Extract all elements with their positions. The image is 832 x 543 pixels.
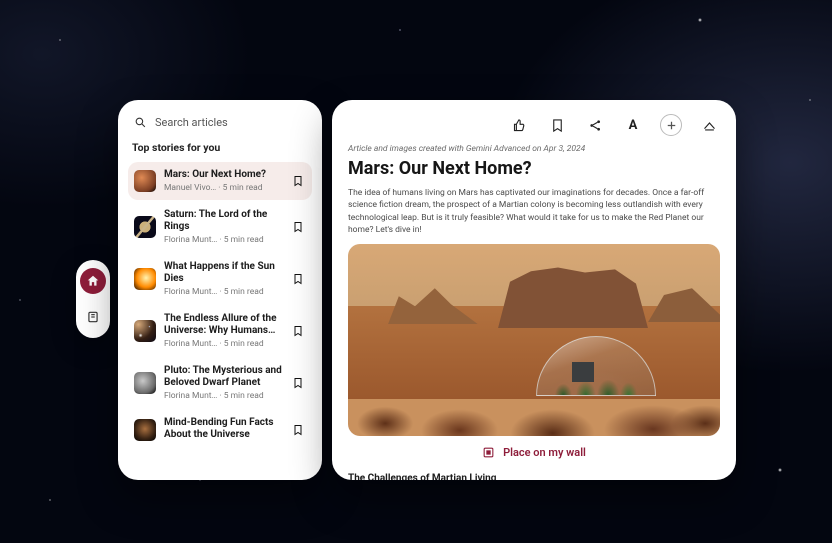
story-text: What Happens if the Sun Dies Florina Munt… xyxy=(164,261,284,297)
stories-heading: Top stories for you xyxy=(128,139,312,162)
story-title: Saturn: The Lord of the Rings xyxy=(164,209,284,233)
story-title: Mars: Our Next Home? xyxy=(164,169,284,181)
story-thumb xyxy=(134,320,156,342)
bookmark-icon xyxy=(292,325,304,337)
search-placeholder: Search articles xyxy=(155,116,228,129)
story-subtitle: Florina Munt… · 5 min read xyxy=(164,339,284,349)
hero-dome xyxy=(536,336,656,396)
bookmark-button[interactable] xyxy=(292,322,306,341)
story-subtitle: Manuel Vivo… · 5 min read xyxy=(164,183,284,193)
library-icon xyxy=(86,310,100,324)
story-text: The Endless Allure of the Universe: Why … xyxy=(164,313,284,349)
bookmark-icon xyxy=(550,118,565,133)
place-on-wall-label: Place on my wall xyxy=(503,446,586,459)
story-thumb xyxy=(134,216,156,238)
list-item[interactable]: The Endless Allure of the Universe: Why … xyxy=(128,306,312,356)
article-hero-image xyxy=(348,244,720,436)
story-thumb xyxy=(134,372,156,394)
text-size-label: A xyxy=(629,118,638,133)
share-icon xyxy=(588,118,603,133)
nav-rail xyxy=(76,260,110,338)
bookmark-icon xyxy=(292,424,304,436)
story-text: Mind-Bending Fun Facts About the Univers… xyxy=(164,417,284,443)
article-toolbar: A xyxy=(348,114,720,144)
search-icon xyxy=(134,116,147,129)
article-headline: Mars: Our Next Home? xyxy=(348,158,720,179)
bookmark-button[interactable] xyxy=(292,218,306,237)
story-title: The Endless Allure of the Universe: Why … xyxy=(164,313,284,337)
add-icon xyxy=(664,118,679,133)
story-text: Saturn: The Lord of the Rings Florina Mun… xyxy=(164,209,284,245)
export-button[interactable] xyxy=(698,114,720,136)
export-icon xyxy=(702,118,717,133)
bookmark-icon xyxy=(292,221,304,233)
like-button[interactable] xyxy=(508,114,530,136)
story-thumb xyxy=(134,419,156,441)
nav-library-button[interactable] xyxy=(80,304,106,330)
story-subtitle: Florina Munt… · 5 min read xyxy=(164,391,284,401)
bookmark-icon xyxy=(292,273,304,285)
story-thumb xyxy=(134,268,156,290)
story-thumb xyxy=(134,170,156,192)
list-item[interactable]: Saturn: The Lord of the Rings Florina Mun… xyxy=(128,202,312,252)
article-subheading: The Challenges of Martian Living xyxy=(348,473,720,480)
bookmark-button[interactable] xyxy=(292,421,306,440)
bookmark-button[interactable] xyxy=(546,114,568,136)
story-text: Pluto: The Mysterious and Beloved Dwarf … xyxy=(164,365,284,401)
stories-list: Mars: Our Next Home? Manuel Vivo… · 5 min… xyxy=(128,162,312,450)
story-title: What Happens if the Sun Dies xyxy=(164,261,284,285)
list-item[interactable]: Mind-Bending Fun Facts About the Univers… xyxy=(128,410,312,450)
bookmark-icon xyxy=(292,175,304,187)
article-panel: A Article and images created with Gemini… xyxy=(332,100,736,480)
home-icon xyxy=(86,274,100,288)
story-subtitle: Florina Munt… · 5 min read xyxy=(164,287,284,297)
story-title: Mind-Bending Fun Facts About the Univers… xyxy=(164,417,284,441)
thumb-up-icon xyxy=(512,118,527,133)
bookmark-button[interactable] xyxy=(292,172,306,191)
list-item[interactable]: What Happens if the Sun Dies Florina Munt… xyxy=(128,254,312,304)
bookmark-button[interactable] xyxy=(292,270,306,289)
bookmark-icon xyxy=(292,377,304,389)
list-item[interactable]: Pluto: The Mysterious and Beloved Dwarf … xyxy=(128,358,312,408)
add-button[interactable] xyxy=(660,114,682,136)
bookmark-button[interactable] xyxy=(292,374,306,393)
wall-icon xyxy=(482,446,495,459)
stories-panel: Search articles Top stories for you Mars… xyxy=(118,100,322,480)
list-item[interactable]: Mars: Our Next Home? Manuel Vivo… · 5 min… xyxy=(128,162,312,200)
search-input[interactable]: Search articles xyxy=(128,114,312,139)
story-title: Pluto: The Mysterious and Beloved Dwarf … xyxy=(164,365,284,389)
nav-home-button[interactable] xyxy=(80,268,106,294)
place-on-wall-button[interactable]: Place on my wall xyxy=(348,446,720,467)
share-button[interactable] xyxy=(584,114,606,136)
text-size-button[interactable]: A xyxy=(622,114,644,136)
story-subtitle: Florina Munt… · 5 min read xyxy=(164,235,284,245)
article-attribution: Article and images created with Gemini A… xyxy=(348,144,720,154)
story-text: Mars: Our Next Home? Manuel Vivo… · 5 min… xyxy=(164,169,284,193)
article-lede: The idea of humans living on Mars has ca… xyxy=(348,187,720,236)
